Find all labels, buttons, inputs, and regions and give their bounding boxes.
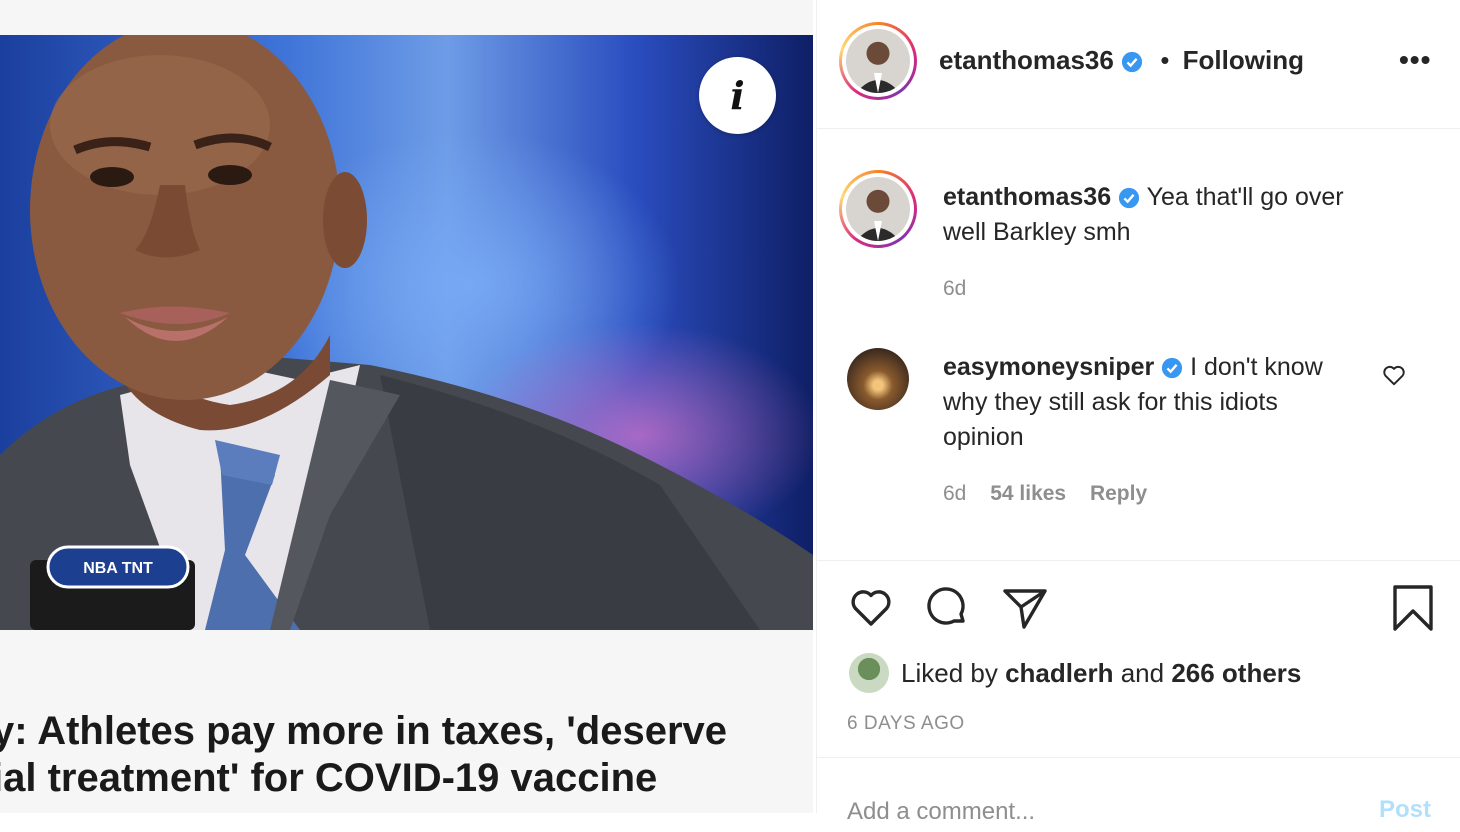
add-comment-input[interactable] (847, 792, 1327, 832)
comment-time[interactable]: 6d (943, 277, 966, 300)
info-icon: i (730, 72, 745, 118)
post-timestamp[interactable]: 6 DAYS AGO (847, 713, 965, 735)
header-username[interactable]: etanthomas36 (939, 45, 1114, 75)
liked-by-prefix: Liked by (901, 658, 998, 688)
instagram-post-panel: etanthomas36 • Following ••• etanthomas3… (816, 0, 1460, 832)
post-photo: NBA TNT (0, 35, 813, 630)
avatar (846, 29, 910, 93)
comment-username[interactable]: etanthomas36 (943, 183, 1111, 211)
verified-badge-icon (1162, 358, 1183, 379)
share-icon[interactable] (1001, 583, 1049, 631)
comment-icon[interactable] (923, 583, 971, 631)
liked-by-user[interactable]: chadlerh (1005, 658, 1113, 688)
verified-badge-icon (1118, 188, 1140, 209)
post-comment-button[interactable]: Post (1379, 796, 1431, 824)
liked-by-others[interactable]: 266 others (1171, 658, 1301, 688)
header-user-line: etanthomas36 • Following (939, 44, 1304, 76)
avatar (846, 177, 910, 241)
reply-button[interactable]: Reply (1090, 482, 1147, 505)
comment-meta: 6d 54 likes Reply (943, 482, 1165, 506)
article-headline: y: Athletes pay more in taxes, 'deserve … (0, 708, 812, 802)
comment-time[interactable]: 6d (943, 482, 966, 505)
comment-bar: Post (817, 757, 1460, 832)
post-actions: Liked by chadlerh and 266 others 6 DAYS … (817, 560, 1460, 832)
story-ring[interactable] (839, 22, 917, 100)
info-button[interactable]: i (699, 57, 776, 134)
person-illustration: NBA TNT (0, 35, 813, 630)
liked-by-text: Liked by chadlerh and 266 others (901, 657, 1301, 689)
liked-by-and: and (1120, 658, 1165, 688)
commenter-avatar-ring[interactable] (839, 170, 917, 248)
more-options-icon[interactable]: ••• (1399, 46, 1431, 74)
comment-body: etanthomas36 Yea that'll go over well Ba… (943, 180, 1393, 250)
headline-line-2: ial treatment' for COVID-19 vaccine (0, 756, 658, 800)
comment-username[interactable]: easymoneysniper (943, 353, 1154, 381)
comment-likes[interactable]: 54 likes (990, 482, 1066, 505)
post-header: etanthomas36 • Following ••• (817, 0, 1460, 129)
liker-avatar[interactable] (849, 653, 889, 693)
post-media-area: NBA TNT i y: Athletes pay more in taxes,… (0, 0, 813, 813)
following-button[interactable]: Following (1183, 45, 1304, 75)
verified-badge-icon (1121, 52, 1143, 73)
bookmark-icon[interactable] (1389, 583, 1437, 635)
comment-body: easymoneysniper I don't know why they st… (943, 350, 1363, 455)
comment-like-heart-icon[interactable] (1381, 362, 1407, 388)
comment-meta: 6d (943, 277, 984, 301)
headline-line-1: y: Athletes pay more in taxes, 'deserve (0, 709, 728, 753)
commenter-avatar[interactable] (847, 348, 909, 410)
heart-icon[interactable] (847, 583, 895, 631)
mic-flag-text: NBA TNT (83, 560, 153, 577)
separator-dot: • (1160, 45, 1170, 75)
